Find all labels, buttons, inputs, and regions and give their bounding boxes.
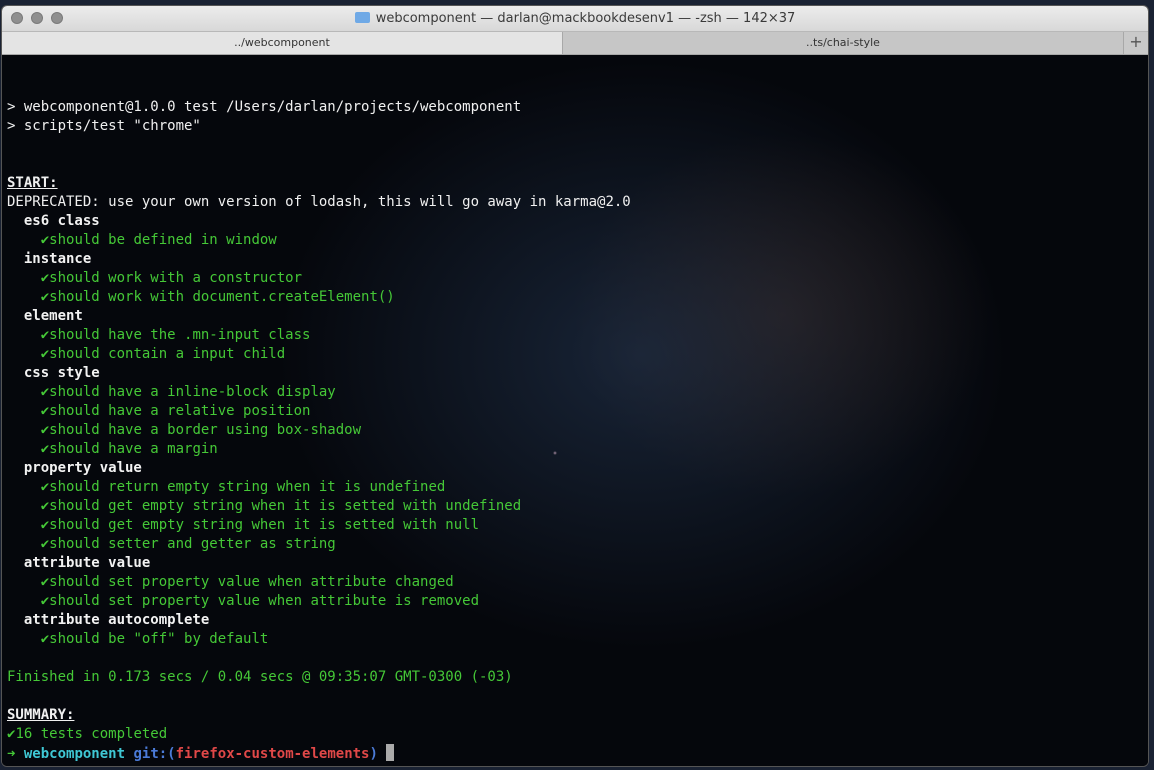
tab-webcomponent[interactable]: ../webcomponent [2, 32, 563, 54]
test-result-line: ✔should have a border using box-shadow [7, 421, 361, 440]
tab-chai-style[interactable]: ..ts/chai-style [563, 32, 1124, 54]
test-result-line: ✔should have a relative position [7, 402, 311, 421]
test-name: should get empty string when it is sette… [49, 517, 480, 533]
test-name: should have a border using box-shadow [49, 422, 362, 438]
check-icon: ✔ [40, 593, 50, 609]
summary-heading: SUMMARY: [7, 707, 75, 723]
window-title: webcomponent — darlan@mackbookdesenv1 — … [2, 11, 1148, 26]
test-name: should be defined in window [49, 232, 277, 248]
test-name: should set property value when attribute… [49, 593, 480, 609]
test-result-line: ✔should return empty string when it is u… [7, 478, 446, 497]
git-suffix: ) [369, 746, 378, 762]
test-name: should set property value when attribute… [49, 574, 454, 590]
test-result-line: ✔should set property value when attribut… [7, 573, 454, 592]
test-result-line: ✔should have a inline-block display [7, 383, 336, 402]
tab-bar: ../webcomponent ..ts/chai-style + [2, 32, 1148, 55]
title-bar: webcomponent — darlan@mackbookdesenv1 — … [2, 6, 1148, 32]
check-icon: ✔ [40, 289, 50, 305]
new-tab-button[interactable]: + [1124, 32, 1148, 54]
text-cursor [386, 744, 395, 761]
test-name: should contain a input child [49, 346, 286, 362]
test-name: should return empty string when it is un… [49, 479, 446, 495]
check-icon: ✔ [40, 631, 50, 647]
test-group-heading: attribute autocomplete [7, 612, 210, 628]
test-result-line: ✔should work with a constructor [7, 269, 302, 288]
tests-completed-text: 16 tests completed [15, 726, 168, 742]
check-icon: ✔ [40, 498, 50, 514]
start-heading: START: [7, 175, 58, 191]
check-icon: ✔ [40, 441, 50, 457]
terminal-window: webcomponent — darlan@mackbookdesenv1 — … [2, 6, 1148, 766]
check-icon: ✔ [40, 232, 50, 248]
window-title-text: webcomponent — darlan@mackbookdesenv1 — … [375, 11, 796, 26]
check-icon: ✔ [40, 517, 50, 533]
terminal-output[interactable]: > webcomponent@1.0.0 test /Users/darlan/… [2, 55, 1148, 766]
test-result-line: ✔should have a margin [7, 440, 218, 459]
check-icon: ✔ [40, 422, 50, 438]
check-icon: ✔ [40, 479, 50, 495]
test-name: should work with document.createElement(… [49, 289, 395, 305]
command-line-1: > webcomponent@1.0.0 test /Users/darlan/… [7, 99, 522, 115]
test-group-heading: attribute value [7, 555, 151, 571]
check-icon: ✔ [40, 346, 50, 362]
check-icon: ✔ [40, 270, 50, 286]
test-result-line: ✔should setter and getter as string [7, 535, 336, 554]
git-prefix: git:( [133, 746, 176, 762]
test-group-heading: es6 class [7, 213, 100, 229]
git-branch: firefox-custom-elements [175, 746, 370, 762]
command-line-2: > scripts/test "chrome" [7, 118, 201, 134]
prompt-arrow-icon: ➜ [7, 746, 16, 762]
finished-line: Finished in 0.173 secs / 0.04 secs @ 09:… [7, 669, 513, 685]
deprecation-warning: DEPRECATED: use your own version of loda… [7, 194, 631, 210]
summary-line: ✔16 tests completed [7, 725, 167, 744]
test-name: should have the .mn-input class [49, 327, 311, 343]
folder-icon [354, 12, 370, 23]
shell-prompt[interactable]: ➜ webcomponent git:(firefox-custom-eleme… [7, 744, 395, 763]
test-group-heading: element [7, 308, 83, 324]
test-group-heading: css style [7, 365, 100, 381]
test-name: should get empty string when it is sette… [49, 498, 522, 514]
test-result-line: ✔should work with document.createElement… [7, 288, 395, 307]
test-result-line: ✔should get empty string when it is sett… [7, 516, 479, 535]
test-result-line: ✔should get empty string when it is sett… [7, 497, 521, 516]
test-name: should have a inline-block display [49, 384, 336, 400]
test-name: should have a relative position [49, 403, 311, 419]
test-name: should have a margin [49, 441, 218, 457]
check-icon: ✔ [40, 403, 50, 419]
test-result-line: ✔should set property value when attribut… [7, 592, 479, 611]
test-name: should setter and getter as string [49, 536, 336, 552]
test-group-heading: instance [7, 251, 92, 267]
test-group-heading: property value [7, 460, 142, 476]
check-icon: ✔ [40, 574, 50, 590]
check-icon: ✔ [40, 536, 50, 552]
test-name: should work with a constructor [49, 270, 303, 286]
check-icon: ✔ [40, 327, 50, 343]
test-result-line: ✔should contain a input child [7, 345, 285, 364]
prompt-directory: webcomponent [23, 746, 126, 762]
test-result-line: ✔should be "off" by default [7, 630, 269, 649]
test-result-line: ✔should be defined in window [7, 231, 277, 250]
check-icon: ✔ [40, 384, 50, 400]
test-name: should be "off" by default [49, 631, 269, 647]
test-result-line: ✔should have the .mn-input class [7, 326, 311, 345]
